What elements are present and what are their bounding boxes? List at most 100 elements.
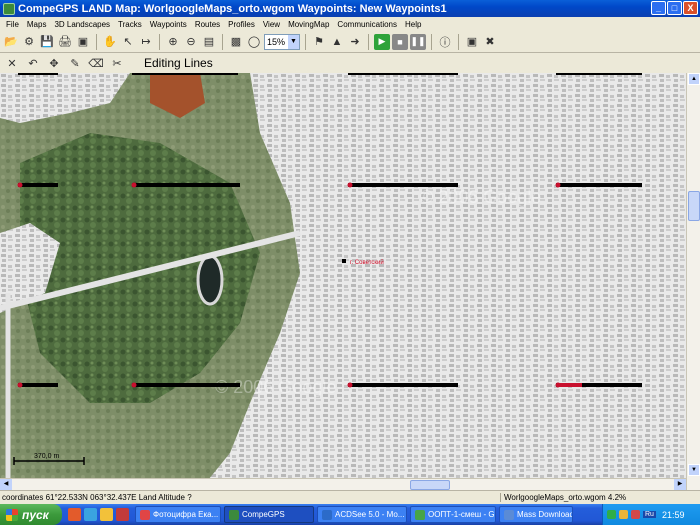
split-icon[interactable]: ✂ [109,55,125,71]
pause-icon[interactable]: ❚❚ [410,33,426,50]
vertical-scrollbar[interactable]: ▲ ▼ [686,73,700,490]
windows-logo-icon [6,508,18,521]
zoom-select[interactable]: 15% ▼ [264,33,300,50]
waypoint-label: г. Советский [350,259,384,266]
task-label: Фотоцифра Ека... [153,510,219,519]
stop-icon[interactable]: ■ [392,33,408,50]
app-icon[interactable] [116,508,129,521]
layers-icon[interactable]: ▣ [464,34,480,50]
start-label: пуск [22,507,49,522]
menu-tracks[interactable]: Tracks [114,20,146,29]
tray-icon[interactable] [607,510,616,519]
folder-icon[interactable] [100,508,113,521]
maximize-button[interactable]: □ [667,1,682,15]
edit-toolbar: ✕ ↶ ✥ ✎ ⌫ ✂ Editing Lines [0,53,700,73]
menu-help[interactable]: Help [401,20,425,29]
waypoint-marker[interactable] [342,259,346,263]
line-endpoint[interactable] [555,382,561,388]
acdsee-icon [322,509,332,520]
line-endpoint[interactable] [555,182,561,188]
menu-file[interactable]: File [2,20,23,29]
start-button[interactable]: пуск [0,504,62,525]
chevron-down-icon[interactable]: ▼ [288,34,299,49]
explorer-icon[interactable] [84,508,97,521]
firefox-icon[interactable] [68,508,81,521]
satellite-map[interactable]: © 2006 Google © 2006 Google г. Советский… [0,73,686,490]
measure-icon[interactable]: ↦ [138,34,154,50]
task-button-compegps[interactable]: CompeGPS [224,506,314,523]
menu-profiles[interactable]: Profiles [224,20,259,29]
gps-icon[interactable]: ⚑ [311,34,327,50]
line-endpoint[interactable] [347,382,353,388]
menu-3d-landscapes[interactable]: 3D Landscapes [50,20,114,29]
menu-maps[interactable]: Maps [23,20,51,29]
main-toolbar: 📂 ⚙ 💾 🖨 ▣ ✋ ↖ ↦ ⊕ ⊖ ▤ ▩ ◯ 15% ▼ ⚑ ▲ ➜ ▶ … [0,31,700,53]
toolbar-separator [222,33,223,50]
tray-icon[interactable] [619,510,628,519]
scroll-down-icon[interactable]: ▼ [688,464,700,476]
task-button[interactable]: ООПТ-1-смеш - G... [410,506,496,523]
erase-icon[interactable]: ⌫ [88,55,104,71]
zoom-fit-icon[interactable]: ◯ [246,34,262,50]
scroll-right-icon[interactable]: ▶ [674,479,686,490]
line-endpoint[interactable] [131,382,137,388]
play-icon[interactable]: ▶ [374,33,390,50]
select-icon[interactable]: ↖ [120,34,136,50]
print-icon[interactable]: 🖨 [57,34,73,50]
scroll-thumb[interactable] [410,480,450,490]
task-label: ACDSee 5.0 - Мо... [335,510,405,519]
task-label: ООПТ-1-смеш - G... [428,510,496,519]
browser-icon [140,509,150,520]
horizontal-scrollbar[interactable]: ◀ ▶ [0,478,686,490]
title-bar[interactable]: CompeGPS LAND Map: WorlgoogleMaps_orto.w… [0,0,700,17]
close-edit-icon[interactable]: ✕ [4,55,20,71]
profile-chart-icon[interactable]: ▲ [329,34,345,50]
compass-icon[interactable]: ➜ [347,34,363,50]
task-button[interactable]: ACDSee 5.0 - Мо... [317,506,407,523]
map-view[interactable]: © 2006 Google © 2006 Google г. Советский… [0,73,686,490]
line-endpoint[interactable] [17,182,23,188]
menu-routes[interactable]: Routes [191,20,224,29]
edit-node-icon[interactable]: ✎ [67,55,83,71]
line-endpoint[interactable] [131,182,137,188]
app-icon [3,2,15,15]
language-indicator[interactable]: Ru [643,511,656,518]
screen-icon[interactable]: ▩ [228,34,244,50]
move-icon[interactable]: ✥ [46,55,62,71]
menu-view[interactable]: View [259,20,284,29]
toolbar-separator [96,33,97,50]
menu-communications[interactable]: Communications [333,20,401,29]
menu-waypoints[interactable]: Waypoints [146,20,191,29]
undo-icon[interactable]: ↶ [25,55,41,71]
window-controls: _ □ X [651,1,698,15]
info-icon[interactable]: ⓘ [437,34,453,50]
save-icon[interactable]: 💾 [39,34,55,50]
task-button[interactable]: Mass Downloader [499,506,573,523]
hand-pan-icon[interactable]: ✋ [102,34,118,50]
scroll-left-icon[interactable]: ◀ [0,479,12,490]
compegps-icon [229,509,239,520]
open-folder-icon[interactable]: 📂 [3,34,19,50]
tools-icon[interactable]: ✖ [482,34,498,50]
zoom-window-icon[interactable]: ▤ [201,34,217,50]
window-title: CompeGPS LAND Map: WorlgoogleMaps_orto.w… [18,2,447,15]
zoom-out-icon[interactable]: ⊖ [183,34,199,50]
zoom-in-icon[interactable]: ⊕ [165,34,181,50]
pond [196,254,224,306]
status-bar: coordinates 61°22.533N 063°32.437E Land … [0,490,700,504]
device-icon[interactable]: ▣ [75,34,91,50]
current-map-name: WorlgoogleMaps_orto.wgom 4.2% [500,493,626,502]
scroll-thumb[interactable] [688,191,700,221]
tray-icon[interactable] [631,510,640,519]
menu-movingmap[interactable]: MovingMap [284,20,333,29]
toolbar-separator [305,33,306,50]
line-endpoint[interactable] [17,382,23,388]
line-endpoint[interactable] [347,182,353,188]
quick-launch [68,508,129,521]
taskbar: пуск Фотоцифра Ека... CompeGPS ACDSee 5.… [0,504,700,525]
scroll-up-icon[interactable]: ▲ [688,73,700,85]
task-button[interactable]: Фотоцифра Ека... [135,506,221,523]
open-map-icon[interactable]: ⚙ [21,34,37,50]
minimize-button[interactable]: _ [651,1,666,15]
close-button[interactable]: X [683,1,698,15]
